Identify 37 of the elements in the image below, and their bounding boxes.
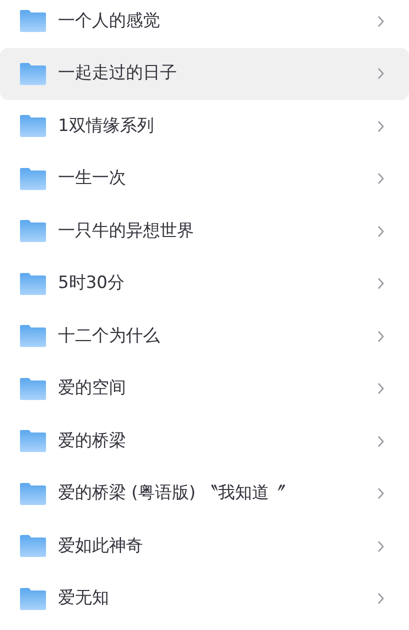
chevron-right-icon — [377, 592, 385, 606]
folder-icon — [20, 378, 46, 400]
folder-icon — [20, 168, 46, 190]
chevron-right-icon — [377, 224, 385, 238]
folder-icon — [20, 325, 46, 348]
folder-icon — [20, 62, 46, 85]
folder-name: 1双情缘系列 — [58, 114, 155, 138]
chevron-right-icon — [377, 434, 385, 448]
folder-name: 十二个为什么 — [58, 324, 161, 348]
folder-icon — [20, 482, 46, 505]
chevron-right-icon — [377, 120, 385, 133]
folder-name: 爱的桥梁 (粤语版) 〝我知道〞 — [58, 482, 288, 505]
folder-name: 一生一次 — [58, 167, 127, 190]
chevron-right-icon — [377, 540, 385, 553]
folder-icon — [20, 10, 46, 32]
chevron-right-icon — [377, 172, 385, 186]
folder-icon — [20, 272, 46, 295]
folder-icon — [20, 588, 46, 610]
folder-icon — [20, 535, 46, 558]
folder-name: 一个人的感觉 — [58, 10, 161, 32]
folder-name: 爱的桥梁 — [58, 430, 127, 452]
folder-icon — [20, 115, 46, 138]
folder-row[interactable]: 一起走过的日子 — [0, 48, 409, 100]
folder-name: 一起走过的日子 — [58, 62, 178, 85]
folder-name: 5时30分 — [58, 272, 126, 295]
folder-name: 爱无知 — [58, 587, 110, 610]
folder-name: 爱如此神奇 — [58, 534, 144, 558]
folder-icon — [20, 430, 46, 452]
chevron-right-icon — [377, 14, 385, 28]
folder-name: 爱的空间 — [58, 377, 127, 400]
chevron-right-icon — [377, 330, 385, 343]
chevron-right-icon — [377, 382, 385, 396]
folder-icon — [20, 220, 46, 242]
chevron-right-icon — [377, 487, 385, 500]
chevron-right-icon — [377, 277, 385, 290]
chevron-right-icon — [377, 67, 385, 80]
folder-name: 一只牛的异想世界 — [58, 220, 195, 242]
